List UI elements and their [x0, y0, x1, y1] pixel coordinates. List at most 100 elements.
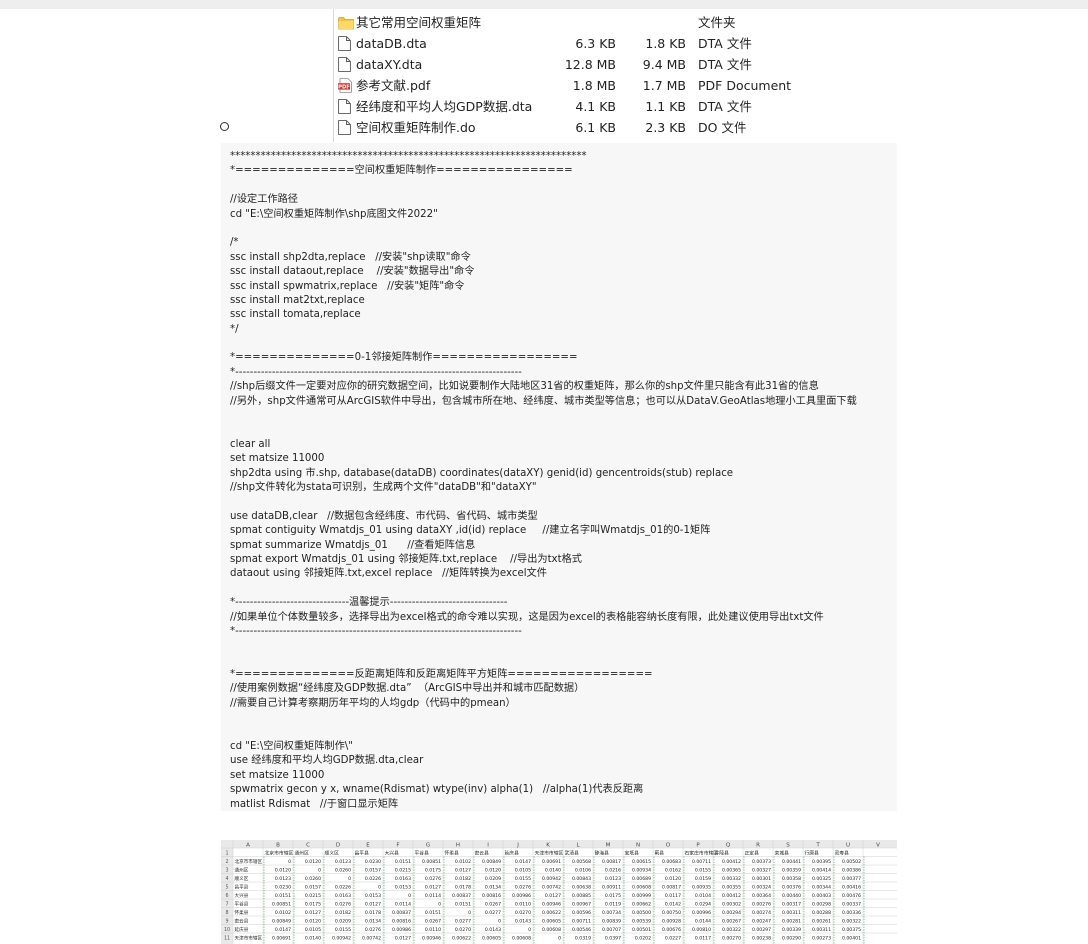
sheet-cell: 0.0127: [395, 936, 411, 942]
sheet-cell: 0.00707: [602, 927, 621, 933]
sheet-header-cell: 大兴县: [385, 850, 400, 857]
sheet-cell: 0: [558, 936, 561, 942]
sheet-cell: 0.00711: [692, 859, 711, 865]
row-number: 1: [225, 851, 228, 857]
row-number: 3: [225, 868, 228, 874]
sheet-header-cell: 武清县: [565, 850, 580, 857]
sheet-cell: 0.0277: [485, 910, 501, 916]
sheet-cell: 0.0127: [305, 910, 321, 916]
sheet-cell: 0.0276: [515, 885, 531, 891]
sheet-cell: 0.0226: [365, 876, 381, 882]
sheet-cell: 0.00273: [812, 936, 831, 942]
sheet-cell: 0.0260: [305, 876, 321, 882]
file-name: 经纬度和平均人均GDP数据.dta: [356, 99, 533, 114]
sheet-cell: 0.0102: [275, 910, 291, 916]
column-letter: O: [666, 842, 671, 848]
sheet-header-cell: 井陉县: [715, 850, 730, 857]
sheet-cell: 0.0182: [335, 910, 351, 916]
sheet-cell: 0.0153: [365, 893, 381, 899]
file-name: 空间权重矩阵制作.do: [356, 120, 476, 135]
sheet-cell: 0.00817: [662, 885, 681, 891]
column-letter: D: [336, 842, 340, 848]
sheet-cell: 0.00946: [542, 902, 561, 908]
sheet-cell: 0.00837: [392, 910, 411, 916]
sheet-cell: 0.00441: [782, 859, 801, 865]
column-letter: Q: [726, 842, 731, 848]
sheet-cell: 0.00337: [842, 902, 861, 908]
sheet-cell: 0.0157: [305, 885, 321, 891]
file-size: 1.8 MB: [572, 78, 616, 93]
code-panel: ****************************************…: [221, 143, 897, 811]
sheet-header-cell: 通州区: [295, 850, 310, 857]
sheet-cell: 0.00568: [572, 859, 591, 865]
folder-icon: [338, 15, 354, 30]
sheet-cell: 0.0120: [485, 868, 501, 874]
sheet-cell: 0.00622: [452, 936, 471, 942]
document-icon: [338, 120, 352, 135]
sheet-cell: 0: [528, 927, 531, 933]
sheet-cell: 0.00742: [362, 936, 381, 942]
sheet-cell: 0.0104: [695, 893, 711, 899]
sheet-cell: 0.00816: [482, 893, 501, 899]
svg-text:PDF: PDF: [338, 84, 350, 90]
sheet-cell: 天津市市辖区: [235, 935, 263, 942]
sheet-cell: 0.0127: [545, 893, 561, 899]
sheet-cell: 0.00414: [812, 868, 831, 874]
sheet-cell: 0.00843: [572, 876, 591, 882]
row-number: 4: [225, 876, 228, 882]
row-number: 7: [225, 902, 228, 908]
file-row[interactable]: dataDB.dta 6.3 KB 1.8 KB DTA 文件: [336, 33, 816, 54]
sheet-cell: 0.00986: [392, 927, 411, 933]
sheet-cell: 0.00377: [842, 876, 861, 882]
sheet-cell: 0.0134: [365, 919, 381, 925]
sheet-cell: 0.00336: [842, 910, 861, 916]
sheet-cell: 0.00373: [752, 859, 771, 865]
sheet-header-cell: 灵寿县: [835, 850, 850, 857]
spreadsheet-grid: A B C D E F G H I J K L M N O P Q R S T U V1234567891011北京市市辖…: [221, 840, 897, 944]
column-letter: U: [846, 842, 850, 848]
sheet-cell: 北京市市辖区: [235, 858, 263, 865]
sheet-cell: 0.00605: [482, 936, 501, 942]
code-line: spwmatrix gecon y x, wname(Rdismat) wtyp…: [230, 784, 644, 796]
sheet-cell: 0.0163: [395, 876, 411, 882]
code-line: ssc install tomata,replace: [230, 309, 361, 321]
sheet-cell: 0.00851: [272, 902, 291, 908]
sheet-cell: 0.00942: [332, 936, 351, 942]
sheet-cell: 0.00942: [542, 876, 561, 882]
sheet-cell: 0.00270: [722, 936, 741, 942]
file-row[interactable]: dataXY.dta 12.8 MB 9.4 MB DTA 文件: [336, 54, 816, 75]
code-line: *==============空间权重矩阵制作================: [230, 165, 573, 177]
sheet-cell: 0.0117: [695, 936, 711, 942]
sheet-cell: 0.0277: [455, 919, 471, 925]
row-number: 10: [224, 927, 230, 933]
file-row[interactable]: 空间权重矩阵制作.do 6.1 KB 2.3 KB DO 文件: [336, 117, 816, 138]
file-name: dataDB.dta: [356, 36, 427, 51]
file-row[interactable]: 经纬度和平均人均GDP数据.dta 4.1 KB 1.1 KB DTA 文件: [336, 96, 816, 117]
code-line: /*: [230, 237, 239, 249]
sheet-cell: 0.0397: [605, 936, 621, 942]
code-line: *---------------------------------------…: [230, 625, 522, 637]
column-letter: F: [396, 842, 399, 848]
sheet-cell: 0.00501: [632, 927, 651, 933]
sheet-cell: 0.0276: [425, 876, 441, 882]
sheet-cell: 0.0215: [305, 893, 321, 899]
file-compressed-size: 9.4 MB: [642, 57, 686, 72]
sheet-cell: 0.0155: [335, 927, 351, 933]
sheet-cell: 0.00837: [452, 893, 471, 899]
sheet-cell: 0.0123: [335, 859, 351, 865]
sheet-cell: 0: [318, 868, 321, 874]
file-name: 其它常用空间权重矩阵: [356, 15, 482, 30]
sheet-cell: 0.0110: [515, 902, 531, 908]
sheet-cell: 0.0140: [545, 868, 561, 874]
sheet-cell: 0.0215: [395, 868, 411, 874]
file-row[interactable]: PDF 参考文献.pdf 1.8 MB 1.7 MB PDF Document: [336, 75, 816, 96]
row-number: 2: [225, 859, 228, 865]
sheet-cell: 0.0153: [395, 885, 411, 891]
file-row[interactable]: 其它常用空间权重矩阵 文件夹: [336, 12, 816, 33]
sheet-cell: 0.00911: [602, 885, 621, 891]
sheet-cell: 密云县: [235, 918, 249, 925]
sheet-cell: 0.0127: [455, 868, 471, 874]
